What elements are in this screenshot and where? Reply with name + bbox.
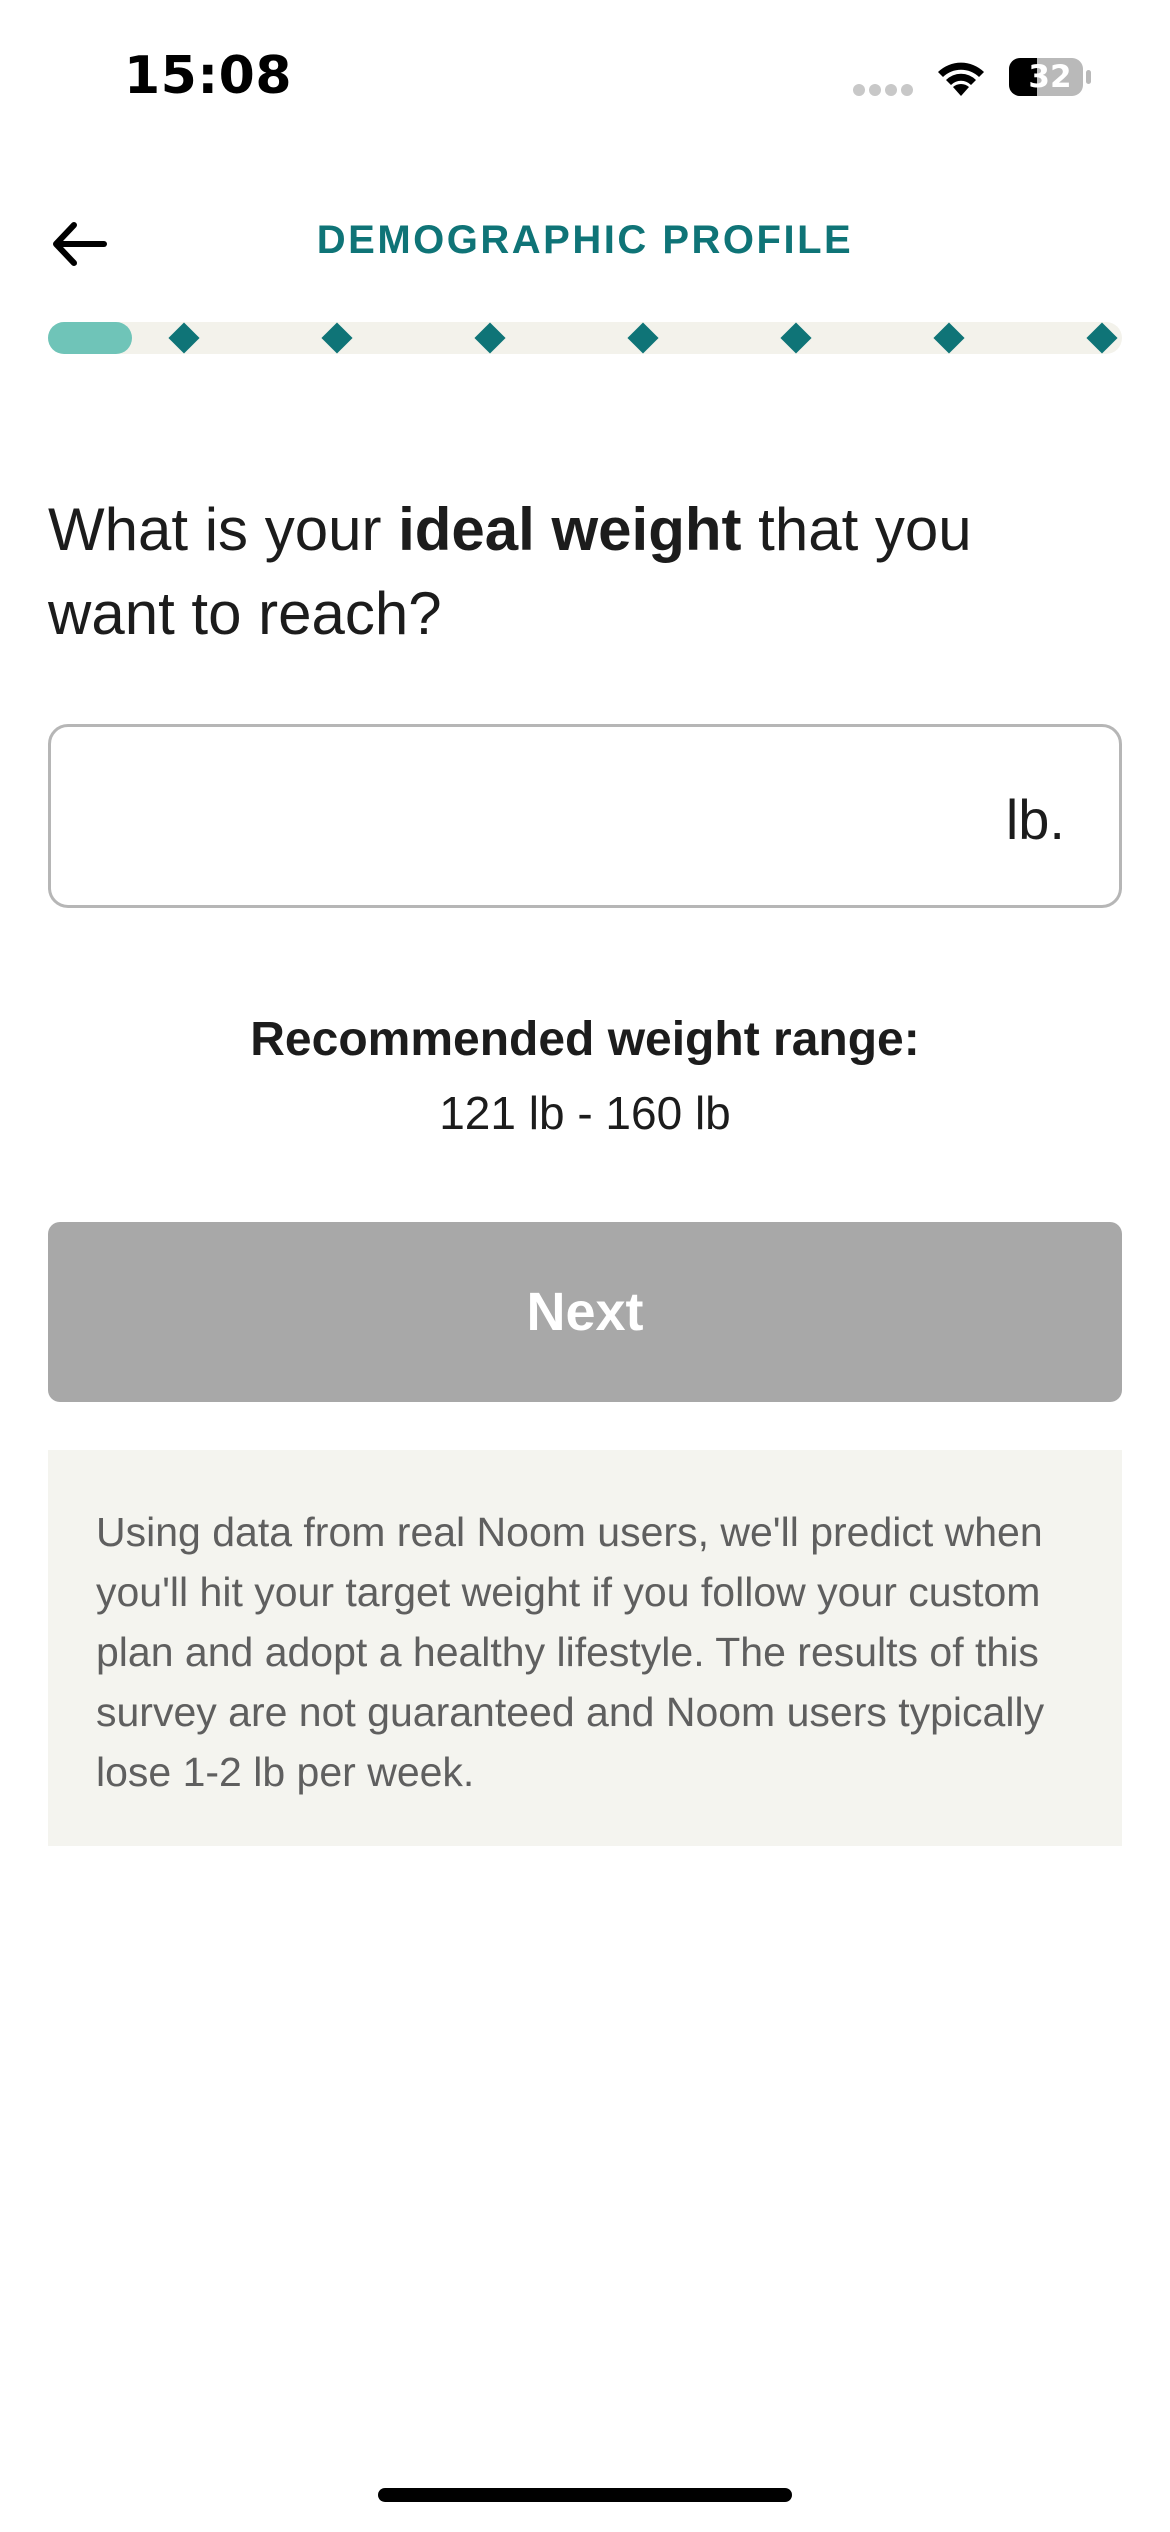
battery-level: 32 xyxy=(1028,59,1072,95)
disclaimer-box: Using data from real Noom users, we'll p… xyxy=(48,1450,1122,1846)
question-emphasis: ideal weight xyxy=(398,496,742,563)
status-bar: 15:08 32 xyxy=(0,0,1170,150)
page-title: DEMOGRAPHIC PROFILE xyxy=(316,218,854,262)
progress-fill xyxy=(48,322,132,354)
question-text: What is your ideal weight that you want … xyxy=(48,488,1108,656)
recommended-range-value: 121 lb - 160 lb xyxy=(439,1087,731,1139)
home-indicator[interactable] xyxy=(378,2488,792,2502)
unit-label: lb. xyxy=(1005,788,1065,851)
weight-input[interactable] xyxy=(81,767,981,867)
recommended-range-title: Recommended weight range: xyxy=(250,1013,920,1066)
disclaimer-text: Using data from real Noom users, we'll p… xyxy=(96,1509,1045,1795)
cellular-signal-icon xyxy=(853,84,913,96)
weight-field[interactable]: lb. xyxy=(48,724,1122,908)
status-time: 15:08 xyxy=(124,46,293,106)
next-button[interactable]: Next xyxy=(48,1222,1122,1402)
wifi-icon xyxy=(938,62,984,96)
question-prefix: What is your xyxy=(48,496,399,563)
screen: 15:08 32 DEMOGRAPHIC PROFILE What is you… xyxy=(0,0,1170,2532)
